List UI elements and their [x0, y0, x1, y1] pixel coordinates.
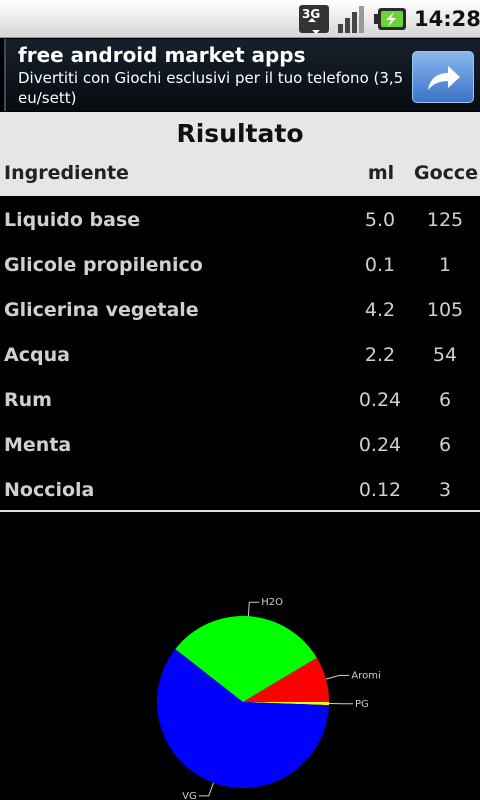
ingredient-ml: 0.12: [358, 479, 402, 500]
pie-leader-line: [325, 674, 350, 680]
ingredient-ml: 0.24: [358, 434, 402, 456]
ingredient-table[interactable]: Liquido base 5.0 125 Glicole propilenico…: [0, 196, 480, 500]
battery-charging-icon: [374, 8, 406, 30]
table-row: Nocciola 0.12 3: [0, 470, 480, 500]
ingredient-drops: 125: [426, 209, 464, 231]
ingredient-drops: 105: [426, 299, 464, 321]
ingredient-ml: 2.2: [364, 344, 396, 366]
ad-banner[interactable]: free android market apps Divertiti con G…: [4, 39, 480, 111]
table-row: Glicole propilenico 0.1 1: [0, 245, 480, 285]
3g-icon: 3G: [299, 5, 329, 34]
ad-description[interactable]: Divertiti con Giochi esclusivi per il tu…: [18, 68, 416, 108]
pie-label-pg: PG: [355, 699, 369, 710]
ingredient-drops: 6: [438, 434, 452, 456]
ingredient-name: Glicerina vegetale: [4, 299, 199, 321]
table-row: Rum 0.24 6: [0, 380, 480, 420]
ingredient-drops: 1: [438, 254, 452, 276]
status-bar: 3G 14:28: [0, 0, 480, 38]
pie-leader-line: [198, 782, 214, 797]
share-arrow-icon: [428, 66, 460, 90]
table-row: Menta 0.24 6: [0, 425, 480, 465]
column-header-drops: Gocce: [414, 162, 479, 184]
table-row: Acqua 2.2 54: [0, 335, 480, 375]
table-row: Glicerina vegetale 4.2 105: [0, 290, 480, 330]
ingredient-name: Rum: [4, 389, 52, 411]
ad-open-button[interactable]: [412, 51, 474, 103]
ad-title[interactable]: free android market apps: [18, 42, 418, 68]
pie-label-vg: VG: [182, 791, 197, 800]
ingredient-ml: 5.0: [364, 209, 396, 231]
ingredient-name: Glicole propilenico: [4, 254, 203, 276]
ingredient-name: Acqua: [4, 344, 70, 366]
pie-label-h2o: H2O: [261, 597, 283, 608]
page-title: Risultato: [176, 119, 304, 148]
ingredient-drops: 6: [438, 389, 452, 411]
table-row: Liquido base 5.0 125: [0, 200, 480, 240]
column-header-ml: ml: [367, 162, 395, 184]
ingredient-ml: 0.24: [358, 389, 402, 411]
signal-bars-icon: [338, 6, 364, 33]
ingredient-ml: 4.2: [364, 299, 396, 321]
ingredient-name: Liquido base: [4, 209, 141, 231]
ingredient-drops: 3: [438, 479, 452, 500]
ingredient-name: Nocciola: [4, 479, 95, 500]
ingredient-drops: 54: [432, 344, 458, 366]
pie-label-aromi: Aromi: [351, 670, 380, 681]
result-header: Risultato Ingrediente ml Gocce: [0, 112, 480, 196]
pie-chart: PG VG H2O Aromi: [156, 597, 381, 800]
pie-leader-line: [247, 601, 260, 617]
clock: 14:28: [414, 7, 480, 31]
ingredient-ml: 0.1: [364, 254, 396, 276]
ingredient-name: Menta: [4, 434, 72, 456]
column-header-ingredient: Ingrediente: [4, 162, 129, 184]
